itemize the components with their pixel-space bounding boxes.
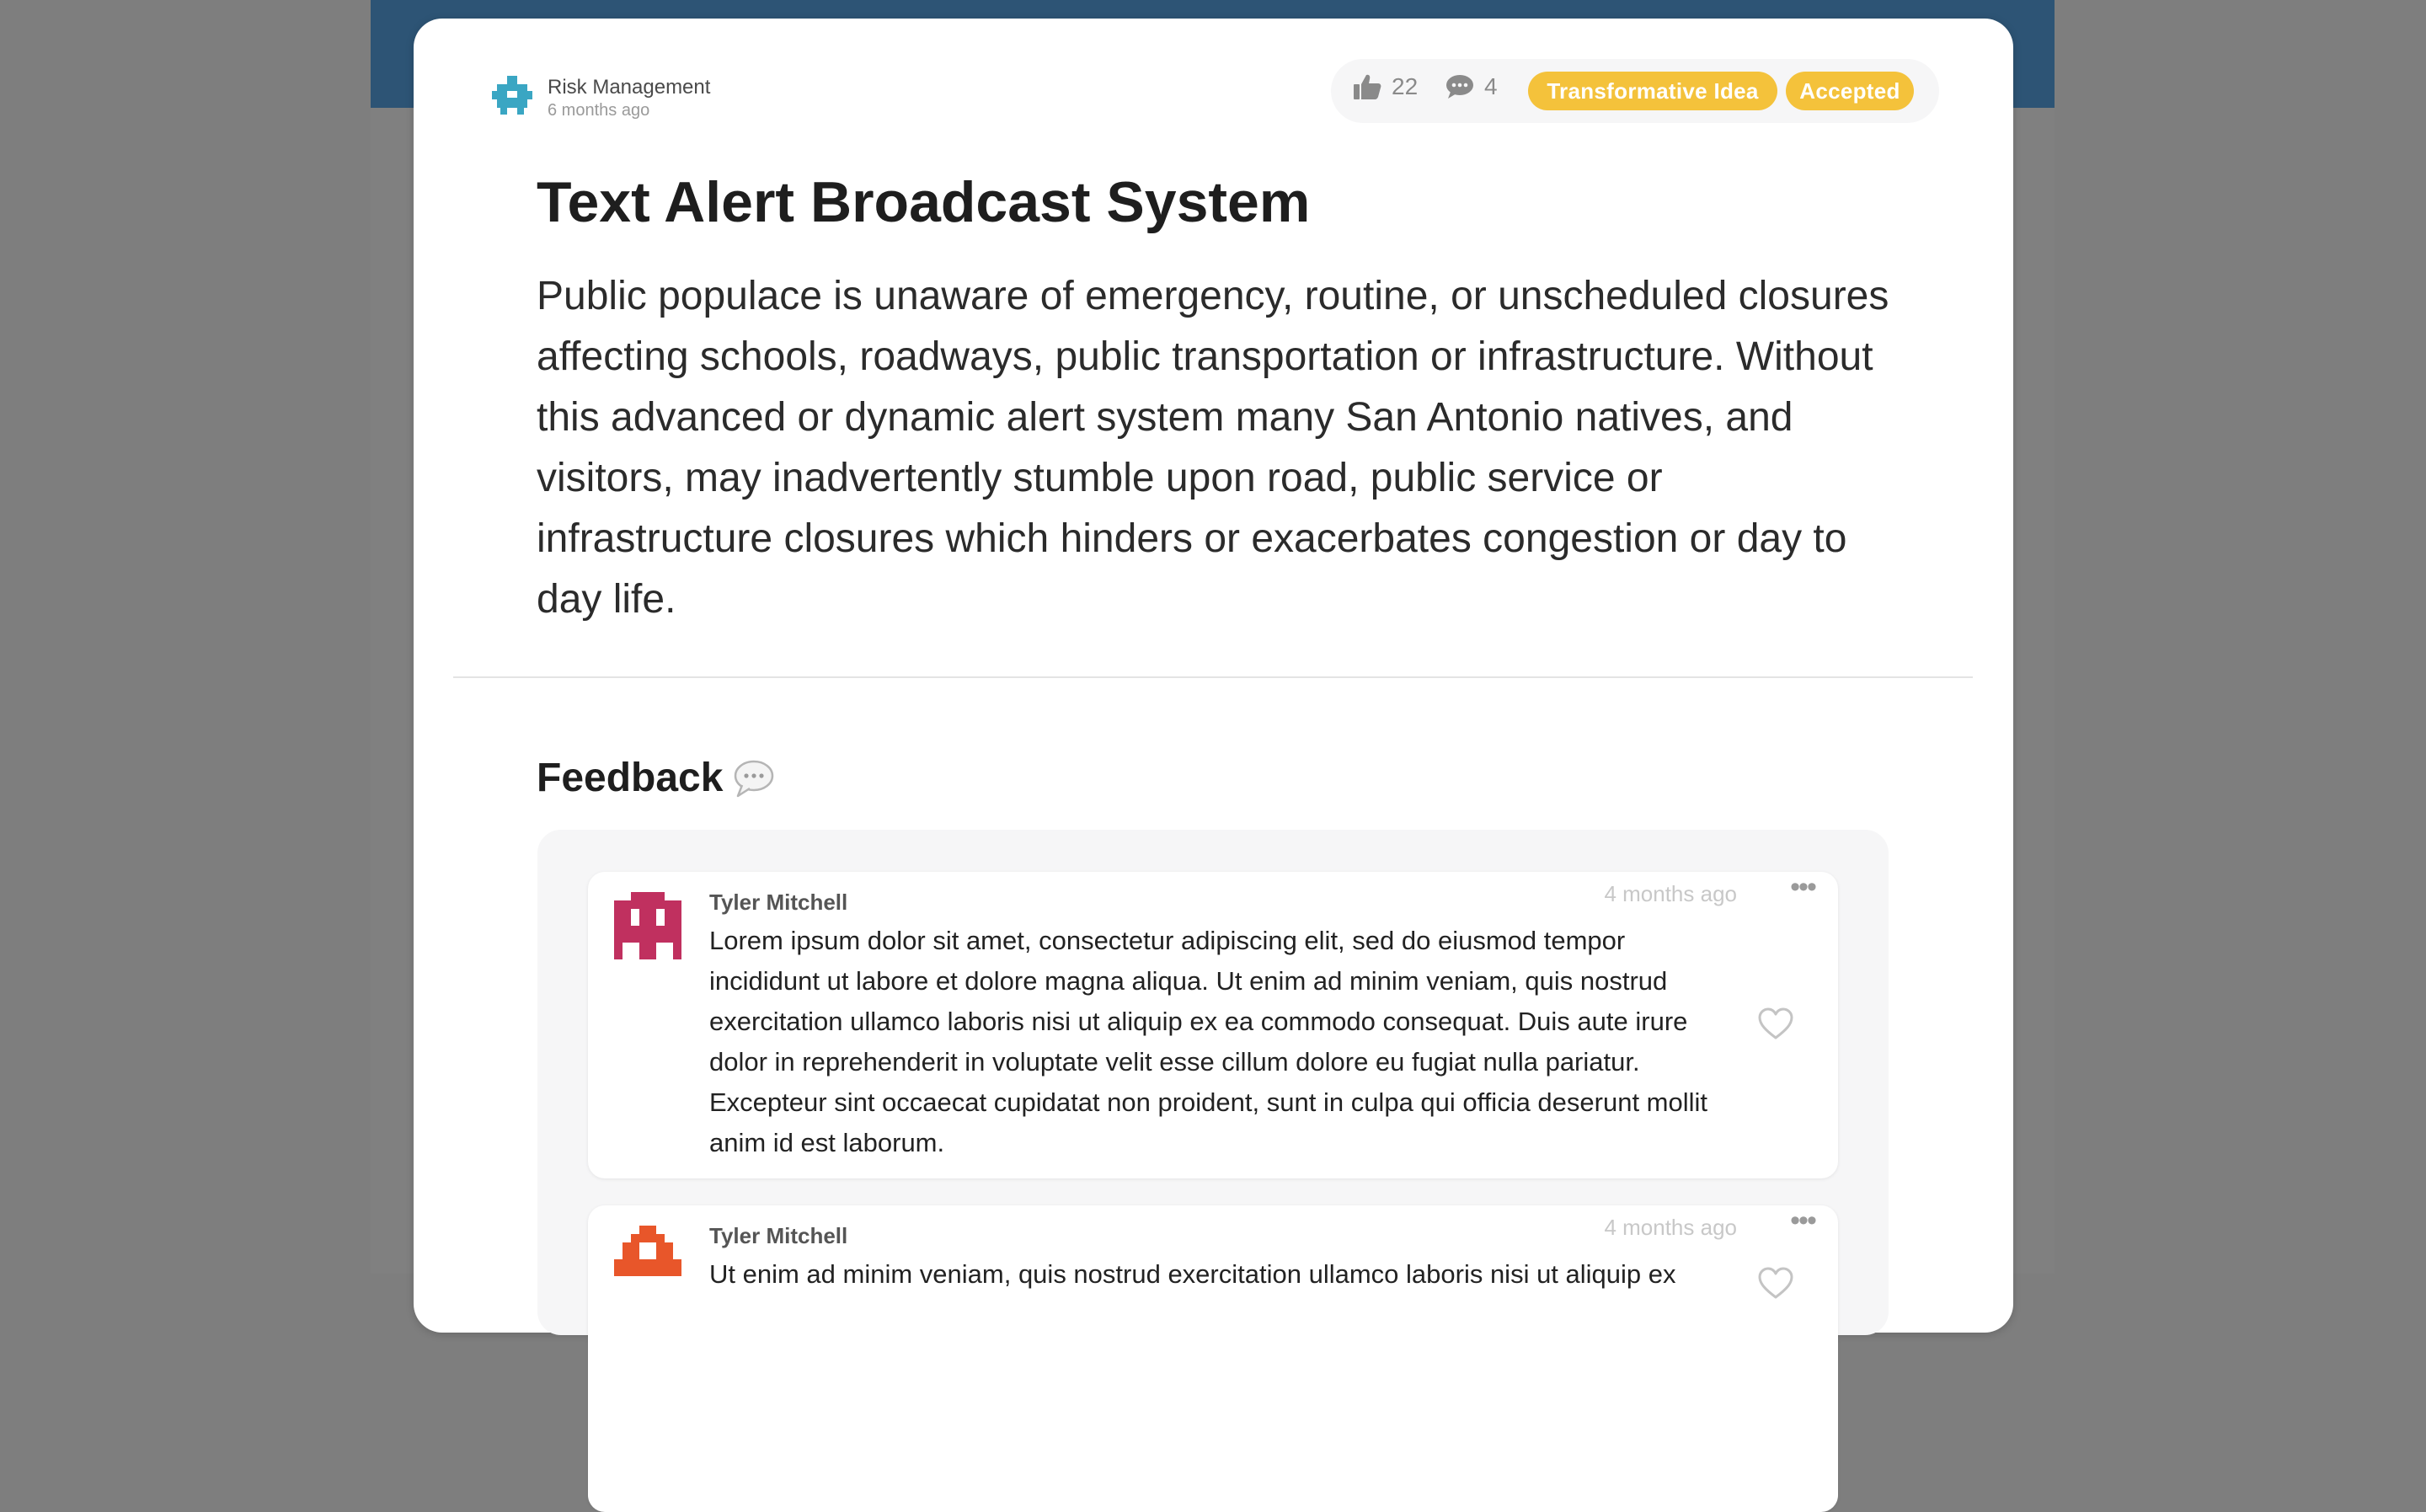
heart-icon[interactable] xyxy=(1757,1007,1794,1040)
comment-count[interactable]: 4 xyxy=(1445,73,1498,100)
comment-text: Ut enim ad minim veniam, quis nostrud ex… xyxy=(709,1259,1676,1289)
badge-transformative-idea: Transformative Idea xyxy=(1528,72,1777,110)
badge-accepted: Accepted xyxy=(1786,72,1914,110)
feedback-heading-label: Feedback xyxy=(537,756,724,800)
avatar xyxy=(614,1226,681,1276)
idea-description: Public populace is unaware of emergency,… xyxy=(537,274,1889,622)
idea-title: Text Alert Broadcast System xyxy=(537,170,1311,234)
heart-icon[interactable] xyxy=(1757,1266,1794,1300)
feedback-item: Tyler Mitchell 4 months ago ••• Lorem ip… xyxy=(588,871,1838,1178)
section-divider xyxy=(453,676,1973,678)
vote-count[interactable]: 22 xyxy=(1353,73,1418,100)
feedback-heading: Feedback xyxy=(537,753,775,804)
vote-count-value: 22 xyxy=(1392,73,1419,99)
speech-bubble-icon xyxy=(735,760,774,798)
department-name[interactable]: Risk Management xyxy=(548,76,710,99)
more-options-icon[interactable]: ••• xyxy=(1786,871,1820,903)
more-options-icon[interactable]: ••• xyxy=(1786,1205,1820,1237)
comment-count-value: 4 xyxy=(1484,73,1498,99)
comment-timestamp: 4 months ago xyxy=(1604,1215,1737,1240)
avatar xyxy=(614,892,681,959)
comment-timestamp: 4 months ago xyxy=(1604,881,1737,906)
comment-bubble-icon xyxy=(1446,75,1473,99)
thumbs-up-icon xyxy=(1354,74,1381,99)
feedback-item: Tyler Mitchell 4 months ago ••• Ut enim … xyxy=(588,1205,1838,1512)
post-timestamp: 6 months ago xyxy=(548,101,650,120)
comment-author[interactable]: Tyler Mitchell xyxy=(709,1223,847,1249)
comment-author[interactable]: Tyler Mitchell xyxy=(709,890,847,916)
comment-text: Lorem ipsum dolor sit amet, consectetur … xyxy=(709,926,1708,1157)
puzzle-icon xyxy=(492,76,532,115)
